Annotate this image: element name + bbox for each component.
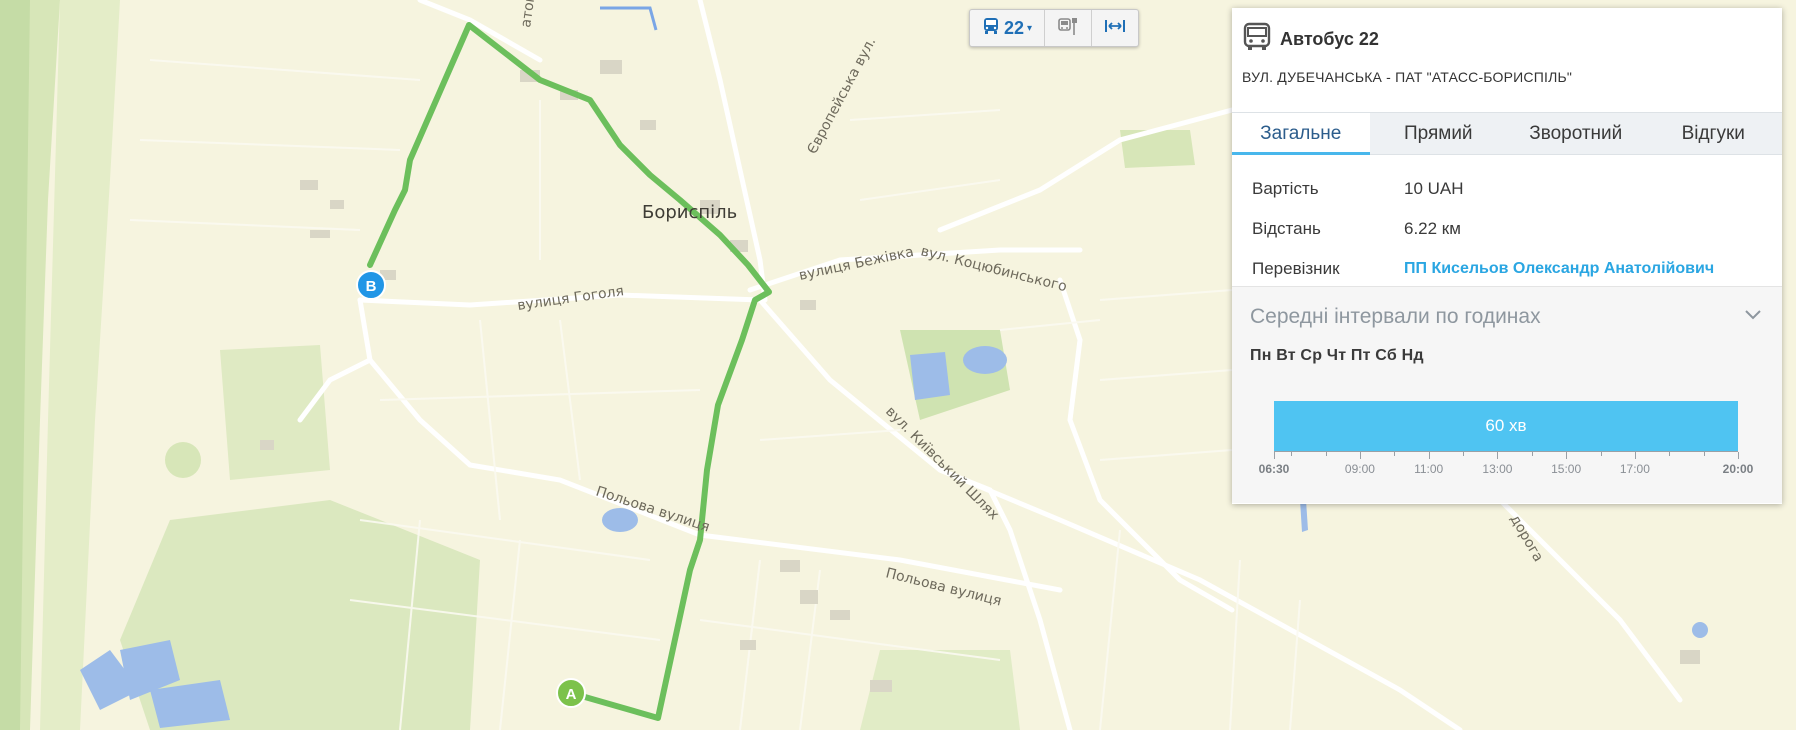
carrier-label: Перевізник	[1252, 259, 1340, 278]
chevron-down-icon[interactable]	[1744, 308, 1762, 326]
route-description: ВУЛ. ДУБЕЧАНСЬКА - ПАТ "АТАСС-БОРИСПІЛЬ"	[1242, 69, 1573, 85]
axis-tick	[1291, 452, 1293, 456]
route-info: Вартість 10 UAH Відстань 6.22 км Перевіз…	[1232, 155, 1782, 287]
distance-label: Відстань	[1252, 219, 1321, 238]
axis-tick-major	[1497, 452, 1499, 459]
axis-label: 09:00	[1344, 462, 1375, 476]
bus-icon	[982, 17, 1000, 40]
chevron-down-icon: ▾	[1027, 22, 1033, 34]
stops-toggle-button[interactable]	[1044, 10, 1091, 46]
axis-tick	[1703, 452, 1705, 456]
intervals-header[interactable]: Середні інтервали по годинах	[1232, 287, 1782, 329]
axis-label: 13:00	[1482, 462, 1513, 476]
bus-stop-icon	[1057, 16, 1079, 41]
axis-label: 11:00	[1414, 462, 1444, 476]
route-start-marker[interactable]: A	[556, 678, 586, 708]
route-end-marker[interactable]: B	[356, 270, 386, 300]
info-row-carrier: Перевізник ПП Кисельов Олександр Анатолі…	[1252, 249, 1762, 289]
axis-tick-major	[1634, 452, 1636, 459]
intervals-title: Середні інтервали по годинах	[1250, 305, 1541, 328]
axis-tick-major	[1566, 452, 1568, 459]
city-label: Бориспіль	[642, 202, 737, 223]
route-info-panel: Автобус 22 ВУЛ. ДУБЕЧАНСЬКА - ПАТ "АТАСС…	[1232, 8, 1782, 504]
distance-value: 6.22 км	[1404, 219, 1461, 238]
axis-tick	[1394, 452, 1396, 456]
panel-header: Автобус 22 ВУЛ. ДУБЕЧАНСЬКА - ПАТ "АТАСС…	[1232, 8, 1782, 112]
axis-tick	[1463, 452, 1465, 456]
axis-label: 20:00	[1722, 462, 1754, 476]
intervals-section: Середні інтервали по годинах Пн Вт Ср Чт…	[1232, 287, 1782, 503]
axis-tick-major	[1428, 452, 1430, 459]
axis-tick-major	[1738, 452, 1739, 459]
tab-bar: Загальне Прямий Зворотний Відгуки	[1232, 112, 1782, 155]
bus-icon	[1242, 22, 1272, 57]
interval-value: 60 хв	[1485, 416, 1527, 435]
tab-return[interactable]: Зворотний	[1507, 113, 1645, 154]
tab-reviews[interactable]: Відгуки	[1645, 113, 1783, 154]
axis-tick	[1325, 452, 1327, 456]
tab-general[interactable]: Загальне	[1232, 113, 1370, 155]
axis-tick-major	[1359, 452, 1361, 459]
fit-bounds-icon	[1104, 18, 1126, 39]
route-select-button[interactable]: 22 ▾	[970, 10, 1044, 46]
axis-tick	[1531, 452, 1533, 456]
axis-label: 17:00	[1619, 462, 1650, 476]
axis-label: 15:00	[1551, 462, 1582, 476]
panel-title: Автобус 22	[1280, 29, 1379, 49]
axis-tick-major	[1274, 452, 1275, 459]
route-number: 22	[1004, 17, 1025, 38]
tab-forward[interactable]: Прямий	[1370, 113, 1508, 154]
info-row-price: Вартість 10 UAH	[1252, 169, 1762, 209]
carrier-link[interactable]: ПП Кисельов Олександр Анатолійович	[1404, 260, 1714, 278]
fit-route-button[interactable]	[1091, 10, 1138, 46]
time-axis: 06:30 09:00 11:00 13:00 15:00 17:00 20:00	[1259, 451, 1753, 482]
interval-bar[interactable]: 60 хв	[1274, 401, 1738, 451]
price-label: Вартість	[1252, 179, 1319, 198]
days-of-week: Пн Вт Ср Чт Пт Сб Нд	[1250, 347, 1424, 364]
axis-tick	[1600, 452, 1602, 456]
axis-tick	[1669, 452, 1671, 456]
price-value: 10 UAH	[1404, 179, 1464, 198]
marker-end-label: B	[366, 278, 377, 295]
marker-start-label: A	[566, 686, 577, 703]
info-row-distance: Відстань 6.22 км	[1252, 209, 1762, 249]
route-control: 22 ▾	[969, 9, 1140, 47]
interval-timeline: 60 хв 06:30 09:00 11:00 13:00 15:00 17:00 20:0…	[1259, 401, 1753, 482]
axis-label: 06:30	[1258, 462, 1290, 476]
